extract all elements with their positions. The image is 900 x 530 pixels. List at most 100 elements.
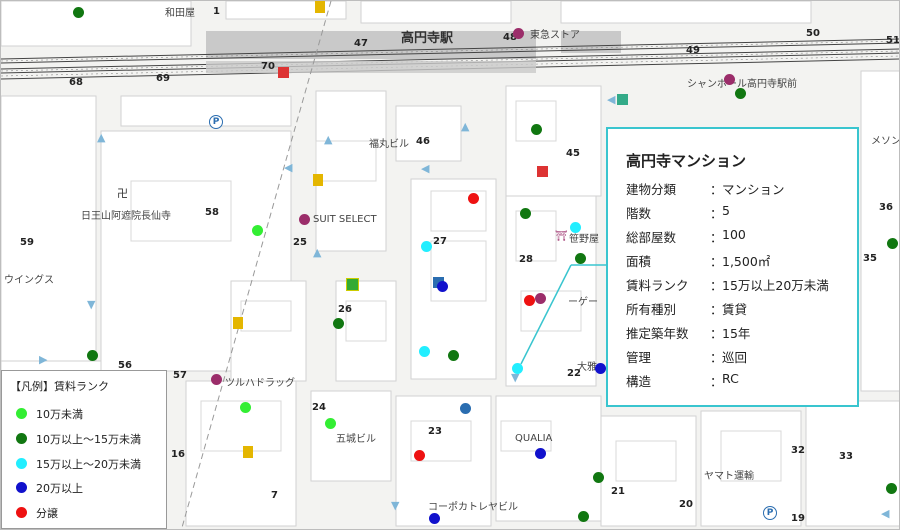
property-dot[interactable]: [593, 472, 604, 483]
block-number: 32: [791, 445, 805, 456]
restaurant-icon: [233, 317, 243, 329]
post-icon: [278, 67, 289, 78]
shop-icon: [211, 374, 222, 385]
info-key: 管理: [626, 350, 652, 365]
property-dot[interactable]: [448, 350, 459, 361]
convenience-icon: [346, 278, 359, 291]
place-label: ウイングス: [4, 275, 54, 286]
station-exit-icon: [460, 403, 471, 414]
block-number: 25: [293, 237, 307, 248]
property-dot-selected[interactable]: [512, 363, 523, 374]
legend-label: 10万未満: [36, 408, 83, 421]
block-number: 68: [69, 77, 83, 88]
property-dot[interactable]: [535, 448, 546, 459]
property-dot[interactable]: [520, 208, 531, 219]
legend-panel: 【凡例】賃料ランク 10万未満 10万以上～15万未満 15万以上～20万未満 …: [1, 370, 167, 529]
property-dot[interactable]: [570, 222, 581, 233]
property-dot[interactable]: [421, 241, 432, 252]
block-number: 20: [679, 499, 693, 510]
block-number: 69: [156, 73, 170, 84]
info-value: マンション: [722, 182, 785, 197]
block-number: 28: [519, 254, 533, 265]
restaurant-icon: [315, 1, 325, 13]
info-sep: ：: [710, 230, 723, 245]
map-view[interactable]: 高円寺駅 1 47 48 49 50 51 68 69 70 46 45 58 …: [0, 0, 900, 530]
block-number: 49: [686, 45, 700, 56]
one-way-arrow-icon: ▼: [87, 298, 96, 311]
legend-label: 10万以上～15万未満: [36, 433, 141, 446]
shop-icon: [535, 293, 546, 304]
legend-swatch: [16, 482, 27, 493]
property-dot[interactable]: [325, 418, 336, 429]
info-sep: ：: [710, 278, 723, 293]
restaurant-icon: [243, 446, 253, 458]
property-info-popup[interactable]: 高円寺マンション 建物分類：マンション 階数： 5 総部屋数： 100 面積： 1,5…: [606, 127, 859, 407]
property-dot[interactable]: [887, 238, 898, 249]
one-way-arrow-icon: ▶: [39, 353, 48, 366]
bus-icon: [617, 94, 628, 105]
temple-icon: 卍: [117, 187, 128, 200]
property-dot[interactable]: [531, 124, 542, 135]
info-value: 5: [722, 203, 730, 218]
block-number: 33: [839, 451, 853, 462]
property-dot[interactable]: [414, 450, 425, 461]
property-title: 高円寺マンション: [626, 152, 747, 170]
property-dot[interactable]: [252, 225, 263, 236]
place-label: ヤマト運輸: [704, 471, 754, 482]
place-label: ーゲー: [568, 297, 598, 308]
property-dot[interactable]: [578, 511, 589, 522]
legend-swatch: [16, 408, 27, 419]
one-way-arrow-icon: ◀: [881, 507, 890, 520]
shop-icon: [299, 214, 310, 225]
property-dot[interactable]: [735, 88, 746, 99]
block-number: 21: [611, 486, 625, 497]
property-dot[interactable]: [524, 295, 535, 306]
place-label: 和田屋: [165, 8, 195, 19]
property-dot[interactable]: [429, 513, 440, 524]
one-way-arrow-icon: ▼: [391, 499, 400, 512]
block-number: 24: [312, 402, 326, 413]
property-dot[interactable]: [468, 193, 479, 204]
one-way-arrow-icon: ▲: [324, 133, 333, 146]
legend-swatch: [16, 458, 27, 469]
block-number: 1: [213, 6, 220, 17]
block-number: 23: [428, 426, 442, 437]
legend-title: 【凡例】賃料ランク: [10, 380, 109, 393]
block-number: 35: [863, 253, 877, 264]
property-dot[interactable]: [333, 318, 344, 329]
shrine-icon: ⛩: [555, 231, 568, 242]
property-dot[interactable]: [886, 483, 897, 494]
one-way-arrow-icon: ◀: [284, 161, 293, 174]
legend-swatch: [16, 507, 27, 518]
info-key: 階数: [626, 206, 652, 221]
bank-icon: [537, 166, 548, 177]
station-name: 高円寺駅: [401, 31, 454, 46]
property-dot[interactable]: [87, 350, 98, 361]
info-key: 所有種別: [626, 302, 677, 317]
block-number: 50: [806, 28, 820, 39]
block-number: 7: [271, 490, 278, 501]
place-label: 大雅: [577, 362, 597, 373]
info-value: 巡回: [722, 350, 748, 365]
info-value: 100: [722, 227, 746, 242]
block-number: 27: [433, 236, 447, 247]
block-number: 45: [566, 148, 580, 159]
info-value: 1,500㎡: [722, 254, 771, 269]
property-dot[interactable]: [437, 281, 448, 292]
shop-icon: [513, 28, 524, 39]
block-number: 47: [354, 38, 368, 49]
property-dot[interactable]: [419, 346, 430, 357]
place-label: QUALIA: [515, 433, 553, 444]
property-dot[interactable]: [73, 7, 84, 18]
property-dot[interactable]: [595, 363, 606, 374]
block-number: 36: [879, 202, 893, 213]
one-way-arrow-icon: ▲: [461, 120, 470, 133]
property-dot[interactable]: [575, 253, 586, 264]
parking-icon: P: [209, 115, 223, 129]
one-way-arrow-icon: ◀: [421, 162, 430, 175]
one-way-arrow-icon: ▲: [97, 131, 106, 144]
property-dot[interactable]: [240, 402, 251, 413]
block-number: 46: [416, 136, 430, 147]
place-label: コーポカトレヤビル: [428, 502, 518, 513]
place-label: 東急ストア: [530, 30, 580, 41]
